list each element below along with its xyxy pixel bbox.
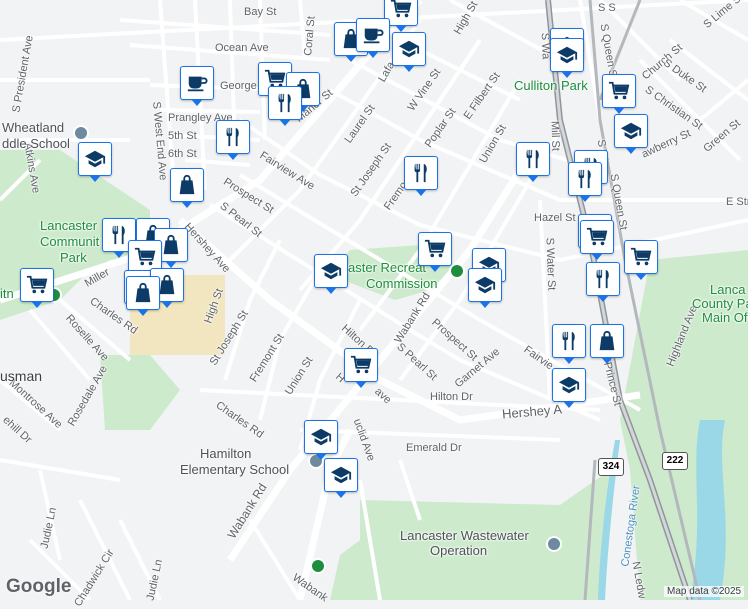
- shopping-pin[interactable]: [126, 276, 160, 316]
- grocery-pin[interactable]: [624, 240, 658, 280]
- restaurant-pin[interactable]: [552, 324, 586, 364]
- school-pin[interactable]: [550, 38, 584, 78]
- grocery-pin[interactable]: [20, 268, 54, 308]
- google-logo: Google: [6, 576, 72, 597]
- map-data-credit: Map data ©2025: [664, 586, 745, 597]
- restaurant-pin[interactable]: [568, 162, 602, 202]
- school-pin[interactable]: [392, 32, 426, 72]
- school-pin[interactable]: [78, 142, 112, 182]
- cafe-pin[interactable]: [180, 66, 214, 106]
- grocery-pin[interactable]: [344, 348, 378, 388]
- park-poi-dot[interactable]: [449, 263, 465, 279]
- park-poi-dot-bottom[interactable]: [310, 558, 326, 574]
- school-pin[interactable]: [304, 420, 338, 460]
- restaurant-pin[interactable]: [216, 120, 250, 160]
- grocery-pin[interactable]: [602, 74, 636, 114]
- restaurant-pin[interactable]: [586, 262, 620, 302]
- school-pin[interactable]: [468, 268, 502, 308]
- restaurant-pin[interactable]: [404, 156, 438, 196]
- route-shield-324: 324: [598, 458, 624, 476]
- restaurant-pin[interactable]: [268, 86, 302, 126]
- school-pin[interactable]: [614, 114, 648, 154]
- shopping-pin[interactable]: [170, 168, 204, 208]
- restaurant-pin[interactable]: [516, 142, 550, 182]
- grocery-pin[interactable]: [580, 220, 614, 260]
- school-poi-dot[interactable]: [73, 125, 89, 141]
- cafe-pin[interactable]: [356, 18, 390, 58]
- school-pin[interactable]: [324, 458, 358, 498]
- wastewater-poi-dot[interactable]: [546, 536, 562, 552]
- grocery-pin[interactable]: [418, 232, 452, 272]
- school-pin[interactable]: [314, 254, 348, 294]
- shopping-pin[interactable]: [590, 324, 624, 364]
- school-pin[interactable]: [552, 368, 586, 408]
- route-shield-222: 222: [662, 452, 688, 470]
